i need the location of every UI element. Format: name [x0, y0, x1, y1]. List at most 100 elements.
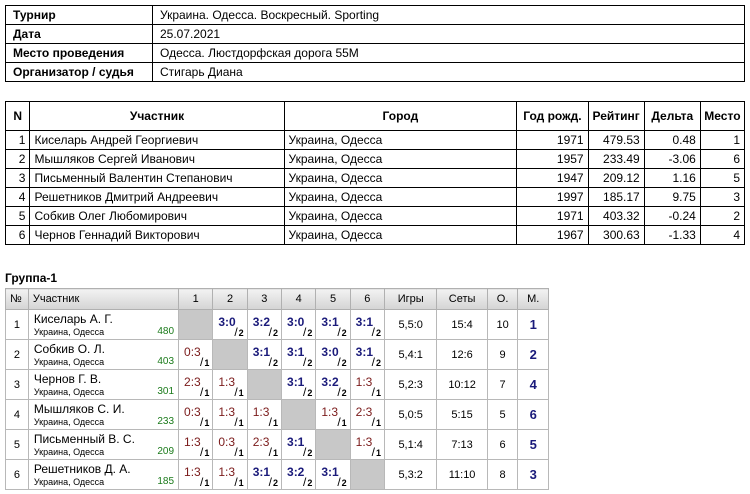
match-slash: / — [268, 475, 273, 489]
participant-number: 6 — [4, 225, 31, 245]
match-points: 2 — [307, 478, 313, 488]
match-slash: / — [200, 475, 204, 489]
participant-name: Чернов Геннадий Викторович — [29, 225, 285, 245]
match-points: 2 — [307, 358, 313, 368]
participants-body: 1 Киселарь Андрей Георгиевич Украина, Одес… — [4, 130, 746, 245]
participant-name: Решетников Дмитрий Андреевич — [29, 187, 285, 207]
group-sets: 11:10 — [436, 459, 488, 490]
match-points: 2 — [273, 358, 279, 368]
info-row-venue: Место проведения Одесса. Люстдорфская до… — [5, 43, 745, 63]
match-score: 1:3 — [218, 465, 236, 479]
col-header-n: N — [4, 101, 31, 131]
participant-delta: 9.75 — [643, 187, 701, 207]
match-score: 3:0 — [218, 315, 236, 329]
group-col-participant: Участник — [27, 288, 180, 310]
match-slash: / — [337, 325, 341, 339]
match-slash: / — [371, 325, 375, 339]
match-points: 2 — [307, 328, 313, 338]
group-row-number: 3 — [5, 369, 29, 400]
participant-birth-year: 1971 — [516, 130, 589, 150]
match-points: 1 — [238, 478, 244, 488]
match-result: 3:0/2 — [315, 339, 351, 370]
participant-rating: 300.63 — [587, 225, 645, 245]
participant-name: Киселарь Андрей Георгиевич — [29, 130, 285, 150]
info-value: Украина. Одесса. Воскресный. Sporting — [152, 5, 745, 25]
group-sets: 10:12 — [436, 369, 488, 400]
participant-name: Письменный Валентин Степанович — [29, 168, 285, 188]
match-slash: / — [234, 385, 238, 399]
match-points: 2 — [341, 358, 347, 368]
group-title: Группа-1 — [5, 271, 58, 285]
match-result: 1:3/1 — [349, 429, 386, 460]
group-participant-name: Чернов Г. В. — [33, 372, 102, 386]
group-games: 5,4:1 — [383, 339, 438, 370]
group-body: 1 Киселарь А. Г. Украина, Одесса 480 3:0/2 3:… — [5, 309, 549, 490]
group-place: 4 — [517, 369, 549, 400]
participant-birth-year: 1967 — [516, 225, 589, 245]
participant-row: 6 Чернов Геннадий Викторович Украина, Одес… — [4, 225, 746, 245]
group-row-number: 1 — [5, 309, 29, 340]
match-result: 3:2/2 — [315, 369, 351, 400]
participant-row: 1 Киселарь Андрей Георгиевич Украина, Одес… — [4, 130, 746, 150]
match-result: 2:3/1 — [246, 429, 283, 460]
participant-birth-year: 1947 — [516, 168, 589, 188]
match-points: 1 — [375, 448, 381, 458]
group-place: 6 — [517, 399, 549, 430]
match-slash: / — [371, 415, 375, 429]
match-score: 3:1 — [321, 315, 339, 329]
self-cell — [281, 399, 317, 430]
participants-header-row: N Участник Город Год рожд. Рейтинг Дельт… — [4, 101, 746, 131]
participant-place: 4 — [699, 225, 746, 245]
group-row: 4 Мышляков С. И. Украина, Одесса 233 0:3/1 1:… — [5, 399, 549, 430]
match-slash: / — [234, 475, 238, 489]
group-col-1: 1 — [178, 288, 214, 310]
match-slash: / — [303, 475, 307, 489]
col-header-delta: Дельта — [643, 101, 701, 131]
match-score: 1:3 — [184, 465, 201, 479]
match-result: 1:3/1 — [212, 369, 248, 400]
self-cell — [349, 459, 386, 490]
group-row-number: 5 — [5, 429, 29, 460]
info-row-organizer: Организатор / судья Стигарь Диана — [5, 62, 745, 82]
participant-city: Украина, Одесса — [283, 187, 518, 207]
match-slash: / — [337, 385, 341, 399]
participant-birth-year: 1971 — [516, 206, 589, 226]
group-games: 5,5:0 — [383, 309, 438, 340]
tournament-info-table: Турнир Украина. Одесса. Воскресный. Spor… — [5, 5, 745, 82]
group-col-2: 2 — [212, 288, 248, 310]
participant-place: 5 — [699, 168, 746, 188]
participant-city: Украина, Одесса — [283, 130, 518, 150]
participant-rating: 403.32 — [587, 206, 645, 226]
group-participant-rating: 233 — [157, 416, 175, 427]
match-points: 2 — [273, 328, 279, 338]
match-score: 3:0 — [287, 315, 305, 329]
match-result: 1:3/1 — [212, 399, 248, 430]
match-score: 1:3 — [321, 405, 339, 419]
group-points: 10 — [486, 309, 519, 340]
group-table: № Участник 1 2 3 4 5 6 Игры Сеты О. М. 1… — [5, 288, 549, 490]
info-row-date: Дата 25.07.2021 — [5, 24, 745, 44]
match-score: 0:3 — [218, 435, 236, 449]
match-result: 3:1/2 — [281, 429, 317, 460]
group-games: 5,3:2 — [383, 459, 438, 490]
group-participant-name: Решетников Д. А. — [33, 462, 131, 476]
col-header-city: Город — [283, 101, 518, 131]
match-result: 3:2/2 — [246, 309, 283, 340]
match-slash: / — [303, 445, 307, 459]
participant-city: Украина, Одесса — [283, 168, 518, 188]
match-score: 3:1 — [252, 345, 271, 359]
match-points: 2 — [375, 358, 381, 368]
info-key: Место проведения — [5, 43, 153, 63]
match-result: 3:1/2 — [281, 369, 317, 400]
group-place: 2 — [517, 339, 549, 370]
group-sets: 5:15 — [436, 399, 488, 430]
group-col-points: О. — [486, 288, 519, 310]
match-points: 1 — [204, 358, 210, 368]
match-score: 2:3 — [355, 405, 373, 419]
match-score: 0:3 — [184, 405, 201, 419]
match-slash: / — [268, 415, 273, 429]
group-row: 3 Чернов Г. В. Украина, Одесса 301 2:3/1 1:3/… — [5, 369, 549, 400]
group-participant-name: Собкив О. Л. — [33, 342, 105, 356]
participant-rating: 233.49 — [587, 149, 645, 169]
match-result: 1:3/1 — [246, 399, 283, 430]
